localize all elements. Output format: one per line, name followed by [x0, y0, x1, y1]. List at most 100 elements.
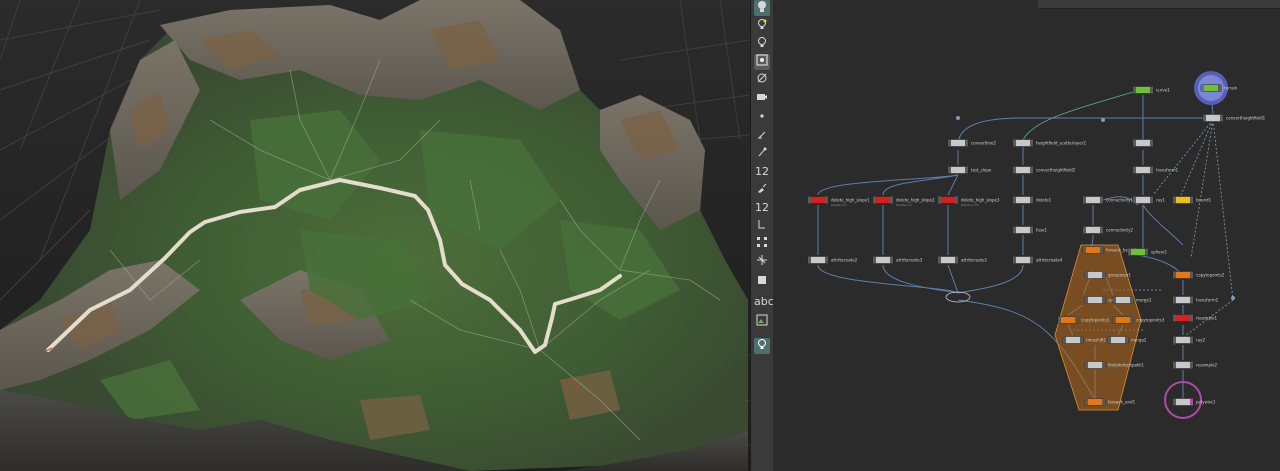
node-flag[interactable] [1173, 196, 1176, 204]
network-node[interactable]: attribcreate1 [937, 256, 988, 264]
node-flag[interactable] [1190, 314, 1193, 322]
network-node[interactable]: attribcreate4 [1012, 256, 1063, 264]
network-node[interactable]: connectivity1 [1082, 196, 1133, 204]
node-flag[interactable] [955, 196, 958, 204]
node-flag[interactable] [1190, 361, 1193, 369]
network-node[interactable]: terrain [1200, 84, 1238, 92]
visualizer-icon[interactable] [754, 274, 770, 290]
grid-icon[interactable] [754, 236, 770, 252]
light-bulb-icon[interactable] [754, 18, 770, 34]
text-tool-icon[interactable]: abc [754, 294, 774, 310]
node-flag[interactable] [1190, 271, 1193, 279]
node-flag[interactable] [1085, 296, 1088, 304]
node-flag[interactable] [1013, 139, 1016, 147]
network-node[interactable]: transform2 [1172, 296, 1219, 304]
normals-icon[interactable] [754, 128, 770, 144]
network-node[interactable]: copytopoints3 [1112, 316, 1165, 324]
node-flag[interactable] [1030, 226, 1033, 234]
network-node[interactable]: merge1 [1112, 296, 1152, 304]
snapping-icon[interactable] [754, 72, 770, 88]
node-flag[interactable] [955, 256, 958, 264]
node-flag[interactable] [1102, 361, 1105, 369]
network-node[interactable]: sphere1 [1127, 248, 1168, 256]
node-flag[interactable] [1128, 248, 1131, 256]
network-node[interactable]: curve1 [1132, 86, 1170, 94]
primitive-numbers-icon[interactable]: 12 [754, 200, 770, 216]
node-flag[interactable] [1150, 86, 1153, 94]
network-node[interactable]: bound1 [1172, 196, 1212, 204]
network-node[interactable]: convertheightfield2 [1012, 166, 1076, 174]
node-flag[interactable] [1173, 398, 1176, 406]
network-node[interactable]: delete_high_slope1Delete 0.3 [807, 196, 870, 208]
node-flag[interactable] [1102, 398, 1105, 406]
terrain-render[interactable] [0, 0, 750, 471]
node-flag[interactable] [1201, 84, 1204, 92]
node-flag[interactable] [1030, 196, 1033, 204]
node-flag[interactable] [1102, 271, 1105, 279]
network-node[interactable]: convertline2 [947, 139, 996, 147]
node-flag[interactable] [890, 196, 893, 204]
network-node[interactable]: delete_high_slope3Delete 0.35 [937, 196, 1000, 208]
node-flag[interactable] [1013, 226, 1016, 234]
node-flag[interactable] [1130, 296, 1133, 304]
node-flag[interactable] [1030, 166, 1033, 174]
node-flag[interactable] [1133, 139, 1136, 147]
node-flag[interactable] [1173, 361, 1176, 369]
select-icon[interactable] [754, 0, 770, 16]
node-flag[interactable] [1190, 398, 1193, 406]
node-flag[interactable] [1013, 256, 1016, 264]
node-flag[interactable] [948, 139, 951, 147]
node-flag[interactable] [1085, 398, 1088, 406]
network-node[interactable] [1132, 139, 1154, 147]
vertex-numbers-icon[interactable]: 12 [754, 164, 770, 180]
node-flag[interactable] [1013, 196, 1016, 204]
node-flag[interactable] [948, 166, 951, 174]
network-node[interactable]: findshortestpath1 [1084, 361, 1144, 369]
network-node[interactable]: attribcreate3 [872, 256, 923, 264]
node-flag[interactable] [965, 139, 968, 147]
pick-icon[interactable] [754, 146, 770, 162]
node-flag[interactable] [938, 196, 941, 204]
node-flag[interactable] [1085, 361, 1088, 369]
image-icon[interactable] [754, 314, 770, 330]
network-node[interactable]: heightfield_scatterlayer2 [1012, 139, 1086, 147]
node-flag[interactable] [890, 256, 893, 264]
network-node[interactable]: delete_high_slope2Delete 0.3 [872, 196, 935, 208]
node-flag[interactable] [873, 196, 876, 204]
network-node[interactable]: attribcreate2 [807, 256, 858, 264]
network-node[interactable]: transform1 [1132, 166, 1179, 174]
node-flag[interactable] [1085, 271, 1088, 279]
node-flag[interactable] [1220, 114, 1223, 122]
node-flag[interactable] [1173, 296, 1176, 304]
paint-icon[interactable] [754, 182, 770, 198]
node-flag[interactable] [825, 196, 828, 204]
camera-icon[interactable] [754, 90, 770, 106]
node-flag[interactable] [1173, 314, 1176, 322]
node-flag[interactable] [1133, 86, 1136, 94]
network-node[interactable]: delete1 [1012, 196, 1052, 204]
node-flag[interactable] [1133, 196, 1136, 204]
node-flag[interactable] [1102, 296, 1105, 304]
wire-icon[interactable] [754, 218, 770, 234]
network-node[interactable]: connectivity2 [1082, 226, 1133, 234]
node-flag[interactable] [1133, 166, 1136, 174]
node-flag[interactable] [1150, 139, 1153, 147]
node-flag[interactable] [1125, 336, 1128, 344]
scale-icon[interactable] [754, 254, 770, 270]
node-flag[interactable] [1013, 166, 1016, 174]
node-flag[interactable] [1145, 248, 1148, 256]
node-flag[interactable] [1113, 296, 1116, 304]
network-node[interactable]: foreach_end1 [1084, 398, 1136, 406]
node-flag[interactable] [1113, 316, 1116, 324]
node-flag[interactable] [1173, 336, 1176, 344]
node-flag[interactable] [1173, 271, 1176, 279]
light-bulb-icon[interactable] [754, 338, 770, 354]
node-flag[interactable] [1083, 246, 1086, 254]
network-node[interactable]: test_slope [947, 166, 992, 174]
node-flag[interactable] [808, 256, 811, 264]
node-flag[interactable] [1075, 316, 1078, 324]
node-flag[interactable] [1190, 296, 1193, 304]
network-node[interactable]: copytopoints2 [1172, 271, 1225, 279]
node-flag[interactable] [1100, 226, 1103, 234]
network-node[interactable]: resample1 [1172, 314, 1218, 322]
